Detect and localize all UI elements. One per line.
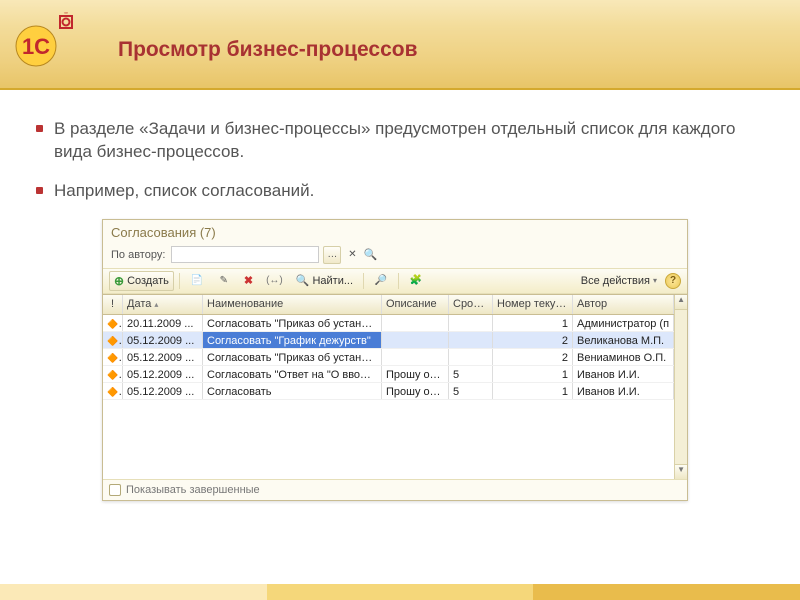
grid-header: ! Дата ▴ Наименование Описание Срок ... … [103,295,674,315]
show-completed-checkbox[interactable] [109,484,121,496]
delete-icon: ✖ [244,274,253,287]
col-author[interactable]: Автор [573,295,674,314]
col-num[interactable]: Номер текущей ... [493,295,573,314]
filter-select-button[interactable]: … [323,246,341,264]
arrows-icon: (↔) [266,275,283,286]
svg-text:®: ® [64,12,69,16]
col-desc[interactable]: Описание [382,295,449,314]
table-row[interactable]: 🔶20.11.2009 ...Согласовать "Приказ об ус… [103,315,674,332]
table-row[interactable]: 🔶05.12.2009 ...Согласовать "График дежур… [103,332,674,349]
row-icon: 🔶 [107,369,123,381]
process-button[interactable]: 🧩 [404,271,428,291]
edit-button[interactable]: 📄 [185,271,209,291]
find-label: Найти... [312,275,353,287]
clear-search-icon: 🔎 [374,274,388,288]
sort-asc-icon: ▴ [154,300,158,309]
filter-author-input[interactable] [171,246,319,263]
chevron-down-icon: ▾ [653,276,657,285]
create-label: Создать [127,275,169,287]
table-row[interactable]: 🔶05.12.2009 ...СогласоватьПрошу озна...5… [103,383,674,400]
all-actions-button[interactable]: Все действия ▾ [576,271,662,291]
app-window: Согласования (7) По автору: … ✕ 🔍 ⊕ Созд… [102,219,688,501]
row-icon: 🔶 [107,318,123,330]
col-term[interactable]: Срок ... [449,295,493,314]
all-actions-label: Все действия [581,275,650,287]
show-completed-label: Показывать завершенные [126,484,260,496]
plus-icon: ⊕ [114,274,124,288]
create-button[interactable]: ⊕ Создать [109,271,174,291]
col-date[interactable]: Дата ▴ [123,295,203,314]
window-title: Согласования (7) [103,220,687,243]
svg-text:1C: 1C [22,34,50,59]
slide-title: Просмотр бизнес-процессов [118,38,418,62]
refresh-button[interactable]: ✎ [212,271,236,291]
row-icon: 🔶 [107,335,123,347]
nav-button[interactable]: (↔) [261,271,288,291]
scroll-up-icon[interactable]: ▲ [675,295,687,310]
filter-search-icon[interactable]: 🔍 [363,248,377,262]
grid-body[interactable]: 🔶20.11.2009 ...Согласовать "Приказ об ус… [103,315,674,479]
col-flag[interactable]: ! [103,295,123,314]
clear-search-button[interactable]: 🔎 [369,271,393,291]
pencil-icon: ✎ [217,274,231,288]
filter-label: По автору: [111,249,165,261]
help-button[interactable]: ? [665,273,681,289]
grid: ! Дата ▴ Наименование Описание Срок ... … [103,294,687,479]
col-name[interactable]: Наименование [203,295,382,314]
magnifier-icon: 🔍 [296,274,310,287]
toolbar: ⊕ Создать 📄 ✎ ✖ (↔) 🔍 Найти... 🔎 🧩 Все д… [103,268,687,294]
find-button[interactable]: 🔍 Найти... [291,271,358,291]
row-icon: 🔶 [107,386,123,398]
edit-icon: 📄 [190,274,204,288]
delete-button[interactable]: ✖ [239,271,258,291]
slide-body: В разделе «Задачи и бизнес-процессы» пре… [0,90,800,501]
filter-clear-icon[interactable]: ✕ [345,248,359,262]
bullet-1: В разделе «Задачи и бизнес-процессы» пре… [36,118,764,164]
table-row[interactable]: 🔶05.12.2009 ...Согласовать "Приказ об ус… [103,349,674,366]
bullet-2: Например, список согласований. [36,180,764,203]
process-icon: 🧩 [409,274,423,288]
row-icon: 🔶 [107,352,123,364]
table-row[interactable]: 🔶05.12.2009 ...Согласовать "Ответ на "О … [103,366,674,383]
vertical-scrollbar[interactable]: ▲ ▼ [674,295,687,479]
scroll-down-icon[interactable]: ▼ [675,464,687,479]
filter-row: По автору: … ✕ 🔍 [103,243,687,268]
window-footer: Показывать завершенные [103,479,687,500]
logo-1c: 1C ® [12,12,76,72]
slide-header: 1C ® Просмотр бизнес-процессов [0,0,800,90]
slide-footer-stripe [0,584,800,600]
